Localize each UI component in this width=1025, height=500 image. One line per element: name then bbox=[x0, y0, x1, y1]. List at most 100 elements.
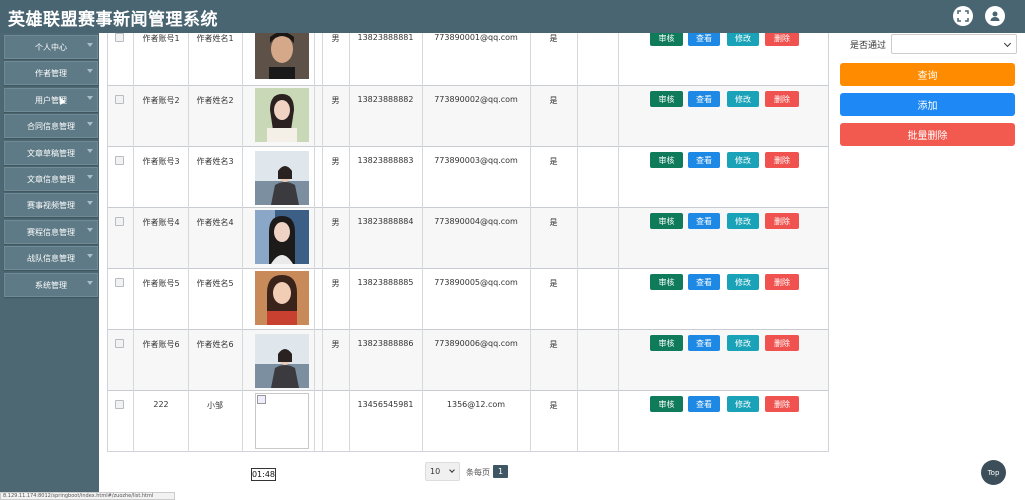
edit-button[interactable]: 修改 bbox=[727, 91, 759, 107]
delete-button[interactable]: 删除 bbox=[765, 396, 799, 412]
audit-button[interactable]: 审核 bbox=[650, 335, 683, 351]
add-button[interactable]: 添加 bbox=[840, 93, 1015, 116]
time-indicator: 01:48 bbox=[251, 468, 276, 481]
audit-button[interactable]: 审核 bbox=[650, 274, 683, 290]
row-checkbox[interactable] bbox=[115, 400, 124, 409]
audit-button[interactable]: 审核 bbox=[650, 152, 683, 168]
row-checkbox[interactable] bbox=[115, 156, 124, 165]
sidebar: 个人中心 作者管理 用户管理 合同信息管理 文章草稿管理 文章信息管理 赛事视频… bbox=[0, 33, 99, 500]
sidebar-item-personal-center[interactable]: 个人中心 bbox=[4, 35, 98, 59]
author-account: 作者账号3 bbox=[142, 157, 180, 166]
view-button[interactable]: 查看 bbox=[688, 33, 720, 46]
table-row: 作者账号2 作者姓名2 男 13823888882 773890002@qq.c… bbox=[108, 86, 828, 147]
row-checkbox[interactable] bbox=[115, 95, 124, 104]
chevron-down-icon bbox=[87, 281, 93, 285]
audit-button[interactable]: 审核 bbox=[650, 91, 683, 107]
author-photo bbox=[255, 271, 309, 325]
filter-passed-select[interactable] bbox=[891, 34, 1017, 54]
page-number-current[interactable]: 1 bbox=[493, 465, 508, 478]
author-phone: 13823888882 bbox=[357, 95, 414, 104]
author-account: 222 bbox=[153, 400, 169, 409]
edit-button[interactable]: 修改 bbox=[727, 396, 759, 412]
main-content: 作者账号1 作者姓名1 男 13823888881 773890001@qq.c… bbox=[99, 33, 1025, 500]
sidebar-item-label: 系统管理 bbox=[35, 280, 67, 290]
edit-button[interactable]: 修改 bbox=[727, 274, 759, 290]
delete-button[interactable]: 删除 bbox=[765, 274, 799, 290]
sidebar-item-author-management[interactable]: 作者管理 bbox=[4, 61, 98, 85]
delete-button[interactable]: 删除 bbox=[765, 213, 799, 229]
author-name: 作者姓名4 bbox=[196, 218, 234, 227]
batch-delete-button[interactable]: 批量删除 bbox=[840, 123, 1015, 146]
fullscreen-icon[interactable] bbox=[953, 6, 973, 26]
author-gender: 男 bbox=[331, 340, 340, 349]
chevron-down-icon bbox=[87, 96, 93, 100]
broken-image-icon bbox=[257, 395, 266, 404]
author-photo bbox=[255, 210, 309, 264]
author-name: 作者姓名1 bbox=[196, 34, 234, 43]
top-header: 英雄联盟赛事新闻管理系统 bbox=[0, 0, 1025, 33]
table-row: 作者账号4 作者姓名4 男 13823888884 773890004@qq.c… bbox=[108, 208, 828, 269]
sidebar-item-label: 个人中心 bbox=[35, 42, 67, 52]
view-button[interactable]: 查看 bbox=[688, 396, 720, 412]
row-checkbox[interactable] bbox=[115, 278, 124, 287]
delete-button[interactable]: 删除 bbox=[765, 335, 799, 351]
author-gender: 男 bbox=[331, 96, 340, 105]
view-button[interactable]: 查看 bbox=[688, 91, 720, 107]
query-button[interactable]: 查询 bbox=[840, 63, 1015, 86]
edit-button[interactable]: 修改 bbox=[727, 152, 759, 168]
sidebar-item-label: 战队信息管理 bbox=[27, 253, 75, 263]
delete-button[interactable]: 删除 bbox=[765, 33, 799, 46]
author-account: 作者账号5 bbox=[142, 279, 180, 288]
chevron-down-icon bbox=[87, 254, 93, 258]
column-divider bbox=[322, 33, 323, 451]
view-button[interactable]: 查看 bbox=[688, 152, 720, 168]
author-email: 773890004@qq.com bbox=[434, 217, 518, 226]
sidebar-item-article-management[interactable]: 文章信息管理 bbox=[4, 167, 98, 191]
edit-button[interactable]: 修改 bbox=[727, 335, 759, 351]
audit-button[interactable]: 审核 bbox=[650, 213, 683, 229]
back-to-top-button[interactable]: Top bbox=[981, 460, 1006, 485]
sidebar-item-label: 文章信息管理 bbox=[27, 174, 75, 184]
sidebar-item-label: 文章草稿管理 bbox=[27, 148, 75, 158]
author-gender: 男 bbox=[331, 157, 340, 166]
view-button[interactable]: 查看 bbox=[688, 274, 720, 290]
delete-button[interactable]: 删除 bbox=[765, 91, 799, 107]
sidebar-item-contract-management[interactable]: 合同信息管理 bbox=[4, 114, 98, 138]
row-checkbox[interactable] bbox=[115, 217, 124, 226]
sidebar-item-system-management[interactable]: 系统管理 bbox=[4, 273, 98, 297]
sidebar-item-user-management[interactable]: 用户管理 bbox=[4, 88, 98, 112]
view-button[interactable]: 查看 bbox=[688, 213, 720, 229]
edit-button[interactable]: 修改 bbox=[727, 33, 759, 46]
author-photo bbox=[255, 151, 309, 205]
author-name: 作者姓名2 bbox=[196, 96, 234, 105]
audit-button[interactable]: 审核 bbox=[650, 33, 683, 46]
chevron-down-icon bbox=[449, 467, 455, 473]
view-button[interactable]: 查看 bbox=[688, 335, 720, 351]
table-row: 作者账号5 作者姓名5 男 13823888885 773890005@qq.c… bbox=[108, 269, 828, 330]
user-avatar-icon[interactable] bbox=[985, 6, 1005, 26]
delete-button[interactable]: 删除 bbox=[765, 152, 799, 168]
row-checkbox[interactable] bbox=[115, 33, 124, 42]
row-checkbox[interactable] bbox=[115, 339, 124, 348]
author-account: 作者账号1 bbox=[142, 34, 180, 43]
audit-button[interactable]: 审核 bbox=[650, 396, 683, 412]
sidebar-item-team-management[interactable]: 战队信息管理 bbox=[4, 246, 98, 270]
author-phone: 13823888884 bbox=[357, 217, 414, 226]
column-divider bbox=[422, 33, 423, 451]
edit-button[interactable]: 修改 bbox=[727, 213, 759, 229]
author-passed: 是 bbox=[549, 279, 558, 288]
author-email: 773890002@qq.com bbox=[434, 95, 518, 104]
sidebar-item-label: 赛事视频管理 bbox=[27, 200, 75, 210]
author-photo-broken bbox=[255, 393, 309, 449]
sidebar-item-draft-management[interactable]: 文章草稿管理 bbox=[4, 141, 98, 165]
sidebar-item-schedule-management[interactable]: 赛程信息管理 bbox=[4, 220, 98, 244]
chevron-down-icon bbox=[87, 201, 93, 205]
chevron-down-icon bbox=[87, 228, 93, 232]
page-size-select[interactable]: 10 bbox=[425, 462, 460, 481]
author-photo bbox=[255, 88, 309, 142]
author-gender: 男 bbox=[331, 218, 340, 227]
author-table: 作者账号1 作者姓名1 男 13823888881 773890001@qq.c… bbox=[107, 33, 829, 452]
per-page-label: 条每页 bbox=[466, 468, 490, 477]
sidebar-item-video-management[interactable]: 赛事视频管理 bbox=[4, 193, 98, 217]
author-passed: 是 bbox=[549, 157, 558, 166]
